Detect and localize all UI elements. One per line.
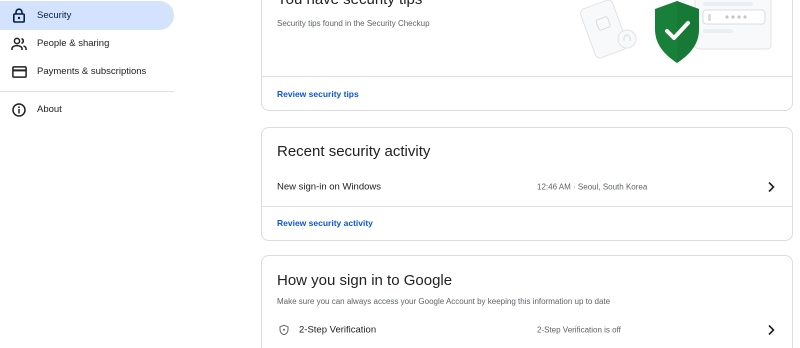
activity-detail: 12:46 AM · Seoul, South Korea [537, 182, 648, 192]
security-checkup-illustration [580, 0, 772, 63]
card-divider [262, 206, 792, 207]
sidebar-item-label: Payments & subscriptions [37, 66, 147, 77]
card-divider [262, 76, 792, 77]
credit-card-icon [11, 64, 27, 80]
chevron-right-icon [768, 324, 775, 336]
sidebar-item-label: Security [37, 10, 72, 21]
sidebar-item-about[interactable]: About [0, 95, 174, 124]
card-title: How you sign in to Google [277, 272, 453, 289]
review-security-activity-link[interactable]: Review security activity [277, 218, 373, 228]
sidebar-item-label: About [37, 104, 62, 115]
card-title: Recent security activity [277, 143, 431, 160]
signin-method-status: 2-Step Verification is off [537, 325, 621, 335]
card-description: Security tips found in the Security Chec… [277, 19, 430, 28]
lock-icon [11, 8, 27, 24]
sidebar-item-security[interactable]: Security [0, 1, 174, 30]
recent-activity-card: Recent security activity New sign-in on … [261, 127, 793, 241]
sidebar-nav: Security People & sharing Payments & sub… [0, 0, 175, 348]
info-icon [11, 102, 27, 118]
review-security-tips-link[interactable]: Review security tips [277, 89, 359, 99]
activity-row-windows-signin[interactable]: New sign-in on Windows 12:46 AM · Seoul,… [262, 176, 792, 198]
sidebar-item-people-sharing[interactable]: People & sharing [0, 29, 174, 58]
sidebar-item-label: People & sharing [37, 38, 110, 49]
chevron-right-icon [768, 181, 775, 193]
card-title: You have security tips [277, 0, 422, 8]
security-tips-card: You have security tips Security tips fou… [261, 0, 793, 111]
card-description: Make sure you can always access your Goo… [277, 297, 611, 306]
shield-icon [279, 324, 289, 336]
sidebar-item-payments[interactable]: Payments & subscriptions [0, 57, 174, 86]
two-step-verification-row[interactable]: 2-Step Verification 2-Step Verification … [262, 319, 792, 341]
people-icon [11, 36, 27, 52]
activity-label: New sign-in on Windows [277, 181, 382, 193]
sidebar-divider [0, 91, 174, 92]
signin-methods-card: How you sign in to Google Make sure you … [261, 255, 793, 348]
signin-method-label: 2-Step Verification [299, 324, 377, 336]
